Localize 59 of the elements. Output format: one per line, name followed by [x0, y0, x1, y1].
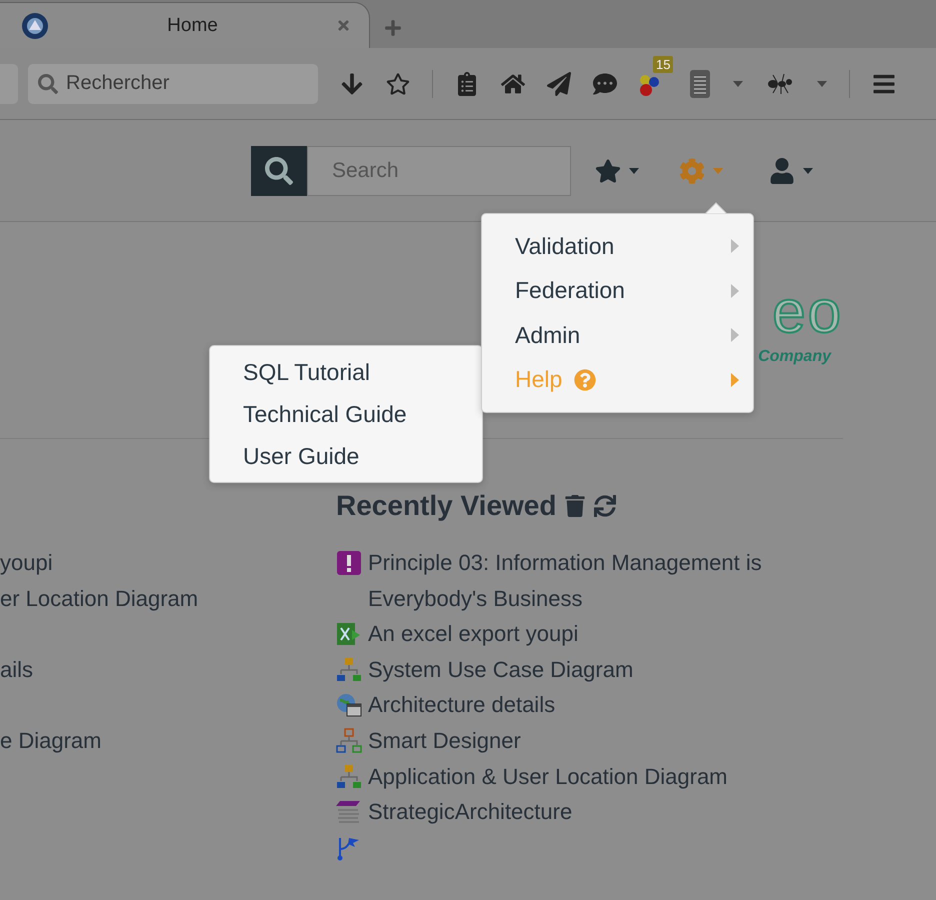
hierarchy-icon	[336, 656, 362, 683]
server-icon[interactable]	[689, 68, 711, 98]
home-icon[interactable]	[501, 72, 525, 96]
submenu-item[interactable]: User Guide	[210, 435, 482, 477]
hierarchy-icon	[336, 728, 362, 754]
submenu-item[interactable]: SQL Tutorial	[210, 351, 482, 393]
paper-plane-icon[interactable]	[547, 72, 571, 96]
globe-icon	[21, 12, 49, 40]
search-button[interactable]	[251, 146, 307, 196]
star-icon[interactable]	[595, 158, 621, 184]
download-icon[interactable]	[340, 72, 364, 96]
browser-tab[interactable]: Home	[0, 2, 370, 48]
refresh-icon[interactable]	[594, 495, 616, 517]
chevron-icon	[731, 284, 739, 298]
ant-icon[interactable]	[765, 72, 795, 96]
caret-icon	[817, 80, 827, 86]
recent-link[interactable]: System Use Case Diagram	[368, 652, 634, 688]
recent-link[interactable]: Smart Designer	[368, 722, 521, 759]
clipboard-icon[interactable]	[455, 72, 479, 96]
browser-search-field[interactable]: Rechercher	[28, 64, 318, 104]
search-placeholder: Rechercher	[66, 72, 170, 95]
recent-link[interactable]: Principle 03: Information Management is Everybody's Business	[368, 545, 826, 616]
menu-item[interactable]: Validation	[482, 224, 753, 268]
chevron-icon	[731, 372, 739, 387]
section-heading: Recently Viewed	[336, 490, 556, 522]
exclamation-icon	[336, 550, 362, 576]
count-badge: 15	[653, 56, 674, 72]
caret-icon	[803, 168, 813, 174]
tab-title: Home	[166, 14, 219, 36]
menu-item[interactable]: Federation	[482, 268, 753, 313]
list-link[interactable]: e Diagram	[0, 722, 336, 759]
trash-icon[interactable]	[564, 495, 586, 517]
recent-link[interactable]: StrategicArchitecture	[368, 794, 572, 830]
search-icon	[265, 156, 293, 184]
globe-window-icon	[336, 692, 362, 718]
stack-icon	[336, 799, 362, 826]
search-field[interactable]: Search	[307, 146, 571, 196]
chevron-icon	[731, 239, 739, 254]
menu-item[interactable]: Admin	[482, 313, 753, 358]
hierarchy-icon	[336, 764, 362, 790]
star-icon[interactable]	[386, 72, 410, 96]
list-link[interactable]: er Location Diagram	[0, 580, 336, 616]
logo-tagline: Company	[758, 348, 831, 366]
recent-link[interactable]: Architecture details	[368, 687, 556, 723]
caret-icon	[713, 168, 723, 174]
caret-icon	[733, 80, 743, 86]
chat-icon[interactable]	[593, 72, 617, 96]
list-link[interactable]: youpi	[0, 545, 336, 581]
spreadsheet-icon	[336, 621, 362, 648]
list-link[interactable]: ails	[0, 652, 336, 688]
search-icon	[38, 74, 58, 94]
recent-link[interactable]: An excel export youpi	[368, 616, 578, 652]
recent-link[interactable]: Application & User Location Diagram	[368, 758, 728, 794]
submenu-item[interactable]: Technical Guide	[210, 393, 482, 435]
chevron-icon	[731, 328, 739, 342]
caret-icon	[629, 168, 639, 174]
user-icon[interactable]	[769, 158, 795, 184]
logo-text: eo	[772, 282, 843, 342]
help-icon	[574, 368, 596, 391]
